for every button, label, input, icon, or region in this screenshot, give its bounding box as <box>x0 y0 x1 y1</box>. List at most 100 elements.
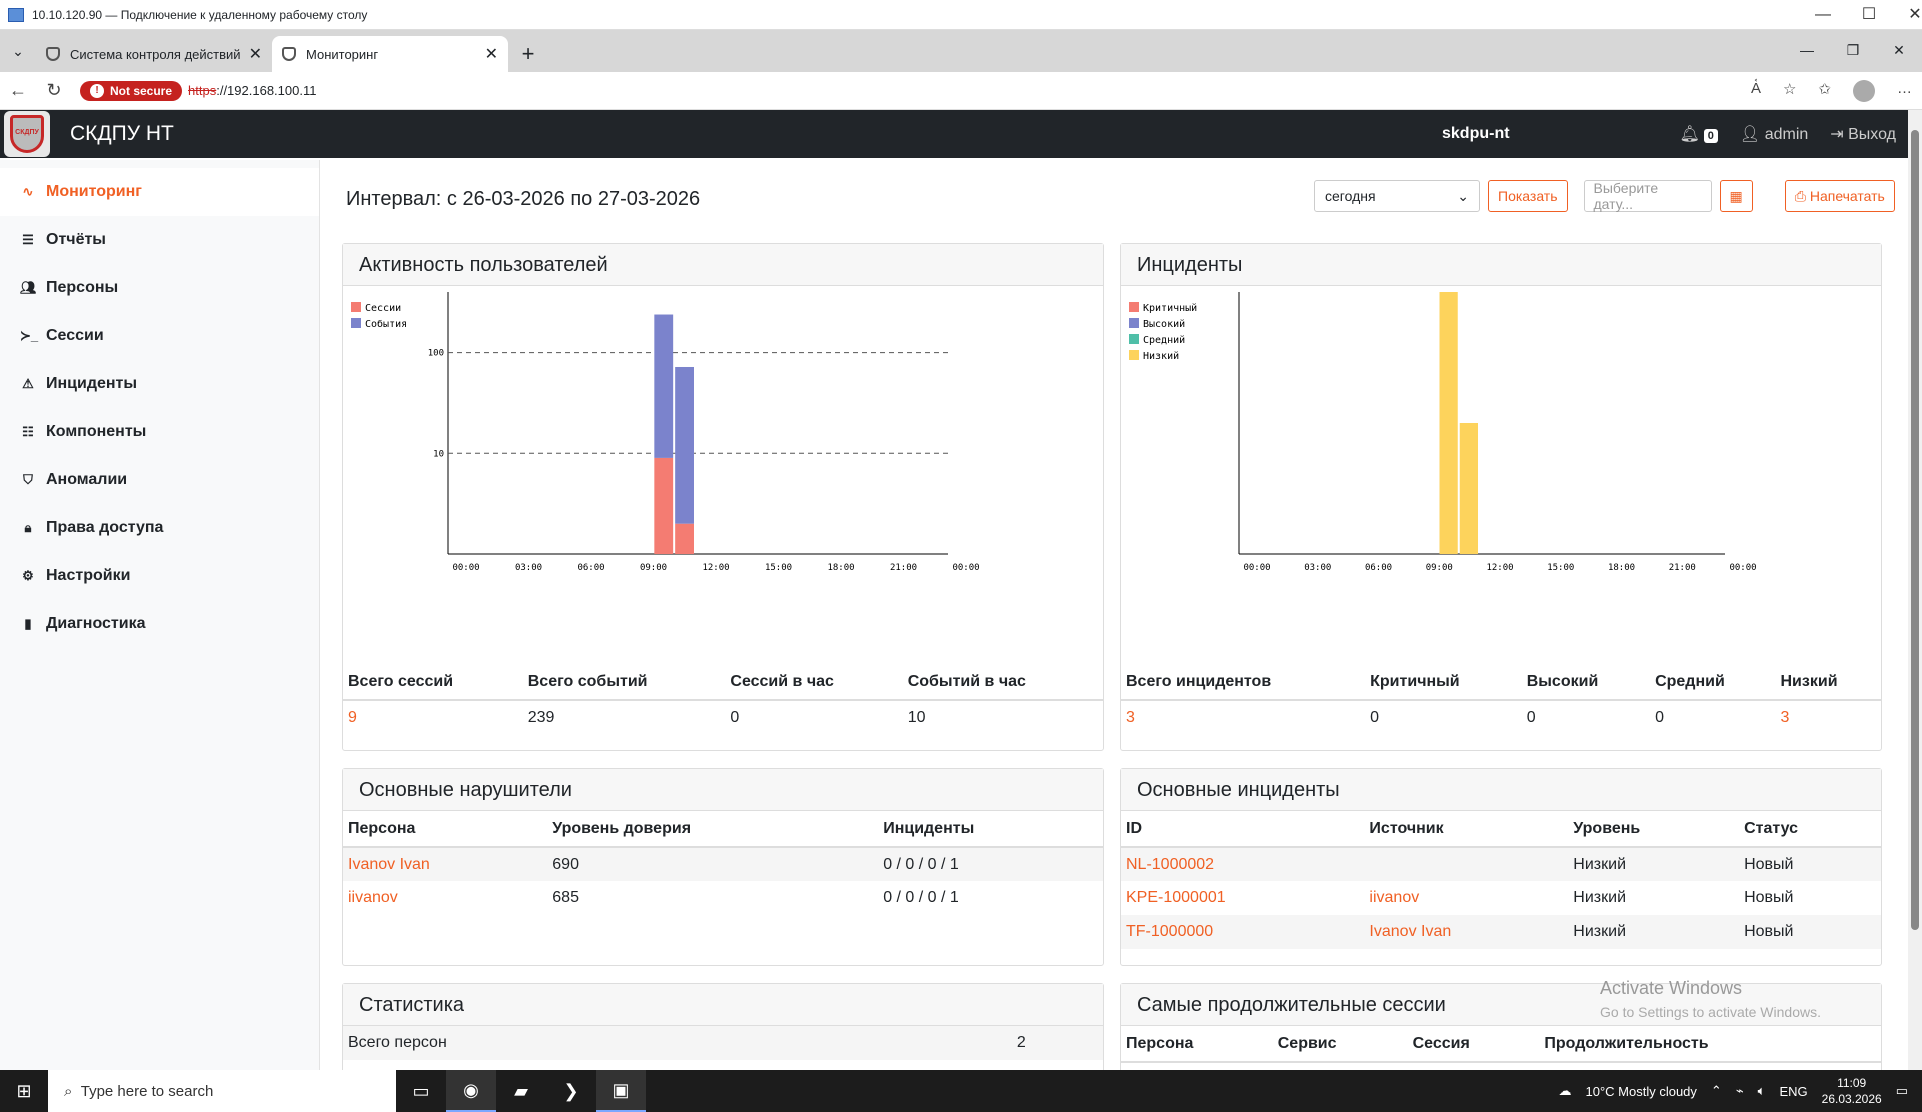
tab-skdpu[interactable]: Система контроля действий пост ✕ <box>36 36 272 72</box>
tab-close-icon[interactable]: ✕ <box>485 44 498 64</box>
bar-segment <box>1439 292 1458 554</box>
violators-card: Основные нарушители Персона Уровень довер… <box>342 768 1104 966</box>
table-cell: 0 / 0 / 0 / 1 <box>878 847 1103 881</box>
table-cell: 239 <box>527 708 555 726</box>
table-cell[interactable]: iivanov <box>343 881 547 915</box>
reload-icon[interactable]: ↻ <box>36 80 72 101</box>
sidebar-item-0[interactable]: ∿ Мониторинг <box>0 168 319 216</box>
clock[interactable]: 11:09 26.03.2026 <box>1822 1075 1882 1107</box>
lock-icon: 🔒︎ <box>24 520 32 535</box>
table-cell: 2 <box>1016 1026 1103 1060</box>
top-incidents-table: ID Источник Уровень Статус NL-1000002 Низкий Н… <box>1121 811 1881 949</box>
sidebar-item-9[interactable]: ▮ Диагностика <box>0 600 319 648</box>
user-menu[interactable]: 👤︎ admin <box>1740 124 1808 144</box>
table-row: KPE-1000001 iivanov Низкий Новый <box>1121 881 1881 915</box>
network-icon[interactable]: ⌁ <box>1736 1083 1744 1099</box>
table-cell[interactable]: NL-1000002 <box>1121 847 1365 881</box>
maximize-icon[interactable]: ☐ <box>1846 0 1892 30</box>
windows-start-icon[interactable]: ⊞ <box>0 1081 48 1102</box>
activate-windows-watermark: Activate Windows <box>1600 978 1743 998</box>
sidebar-item-label: Компоненты <box>46 423 147 440</box>
table-row: Ivanov Ivan 690 0 / 0 / 0 / 1 <box>343 847 1103 881</box>
logout-button[interactable]: ⇥ Выход <box>1830 124 1896 144</box>
incidents-title: Инциденты <box>1121 244 1881 286</box>
remote-desktop-icon[interactable]: ▣ <box>596 1070 646 1112</box>
table-cell: Низкий <box>1568 847 1740 881</box>
legend-label: Критичный <box>1143 302 1197 314</box>
sidebar-item-3[interactable]: ≻_ Сессии <box>0 312 319 360</box>
powershell-icon[interactable]: ❯ <box>546 1070 596 1112</box>
calendar-icon: ▦ <box>1729 187 1743 204</box>
volume-icon[interactable]: 🔈︎ <box>1758 1083 1766 1099</box>
table-row: Всего персон 2 <box>343 1026 1103 1060</box>
table-cell[interactable]: 3 <box>1121 700 1365 734</box>
app-navbar: СКДПУ СКДПУ НТ skdpu-nt 🔔︎ 0 👤︎ admin ⇥ В… <box>0 110 1908 158</box>
profile-avatar[interactable] <box>1853 79 1875 102</box>
table-cell[interactable]: 9 <box>343 700 523 734</box>
sidebar-item-2[interactable]: 👥︎ Персоны <box>0 264 319 312</box>
notification-center-icon[interactable]: ▭ <box>1896 1083 1908 1099</box>
plot-area <box>448 292 948 554</box>
table-cell: 690 <box>547 847 879 881</box>
table-cell: 0 <box>1655 708 1664 726</box>
list-icon: ☰ <box>22 232 34 247</box>
calendar-button[interactable]: ▦ <box>1719 180 1753 212</box>
app-logo[interactable]: СКДПУ <box>4 111 50 157</box>
browser-restore-icon[interactable]: ❐ <box>1830 30 1876 70</box>
tab-close-icon[interactable]: ✕ <box>249 44 262 64</box>
minimize-icon[interactable]: — <box>1800 0 1846 30</box>
page-scrollbar[interactable] <box>1908 110 1922 1070</box>
brand-name[interactable]: СКДПУ НТ <box>70 122 174 146</box>
sidebar-item-label: Отчёты <box>46 231 106 248</box>
x-tick-label: 12:00 <box>1486 563 1513 573</box>
sidebar-item-8[interactable]: ⚙︎ Настройки <box>0 552 319 600</box>
period-select[interactable]: сегодня ⌄ <box>1314 180 1480 212</box>
favorite-star-icon[interactable]: ☆ <box>1783 80 1796 102</box>
date-picker-input[interactable]: Выберите дату... <box>1583 180 1712 212</box>
sidebar-item-5[interactable]: ☷ Компоненты <box>0 408 319 456</box>
bar-segment <box>1459 423 1478 554</box>
new-tab-icon[interactable]: + <box>508 36 548 72</box>
sidebar-item-4[interactable]: ⚠︎ Инциденты <box>0 360 319 408</box>
favorites-icon[interactable]: ✩ <box>1818 80 1831 102</box>
table-row: TF-1000000 Ivanov Ivan Низкий Новый <box>1121 915 1881 949</box>
notifications-button[interactable]: 🔔︎ 0 <box>1679 124 1718 144</box>
more-menu-icon[interactable]: … <box>1897 80 1912 102</box>
table-cell[interactable] <box>1364 847 1569 881</box>
notification-count: 0 <box>1703 129 1718 143</box>
taskbar-search[interactable]: ⌕ Type here to search <box>48 1070 396 1112</box>
not-secure-badge[interactable]: ! Not secure <box>80 80 183 101</box>
tab-list-chevron-icon[interactable]: ⌄ <box>0 30 36 72</box>
incidents-chart: 00:00 03:00 06:00 09:00 12:00 15:00 18:00 21:00… <box>1129 292 1757 573</box>
read-aloud-icon[interactable]: A᷾ <box>1751 80 1761 102</box>
browser-minimize-icon[interactable]: — <box>1784 30 1830 70</box>
violators-table: Персона Уровень доверия Инциденты Ivanov Iv… <box>343 811 1103 915</box>
language-indicator[interactable]: ENG <box>1779 1084 1807 1099</box>
table-cell[interactable]: iivanov <box>1364 881 1568 915</box>
print-button[interactable]: ⎙ Напечатать <box>1784 180 1895 212</box>
sidebar-item-7[interactable]: 🔒︎ Права доступа <box>0 504 319 552</box>
sidebar-item-1[interactable]: ☰ Отчёты <box>0 216 319 264</box>
scrollbar-thumb[interactable] <box>1911 130 1919 930</box>
tab-title: Мониторинг <box>306 46 379 62</box>
back-icon[interactable]: ← <box>0 80 36 101</box>
tab-monitoring[interactable]: Мониторинг ✕ <box>272 36 508 72</box>
table-cell[interactable]: TF-1000000 <box>1121 915 1365 949</box>
close-icon[interactable]: ✕ <box>1892 0 1922 30</box>
table-cell[interactable]: 3 <box>1776 700 1882 734</box>
task-view-icon[interactable]: ▭ <box>396 1070 446 1112</box>
file-explorer-icon[interactable]: ▰ <box>496 1070 546 1112</box>
sidebar-item-6[interactable]: ⛉ Аномалии <box>0 456 319 504</box>
table-cell[interactable]: Ivanov Ivan <box>1364 915 1569 949</box>
activate-windows-hint: Go to Settings to activate Windows. <box>1600 1004 1821 1020</box>
browser-close-icon[interactable]: ✕ <box>1876 30 1922 70</box>
edge-browser-icon[interactable]: ◉ <box>446 1070 496 1112</box>
tray-chevron-icon[interactable]: ⌃ <box>1711 1083 1722 1099</box>
show-button[interactable]: Показать <box>1488 180 1568 212</box>
gear-icon: ⚙︎ <box>22 568 34 583</box>
weather-text[interactable]: 10°C Mostly cloudy <box>1586 1084 1697 1099</box>
bar-segment <box>675 366 694 524</box>
table-cell[interactable]: KPE-1000001 <box>1121 881 1364 915</box>
url-field[interactable]: https://192.168.100.11 <box>188 83 316 98</box>
table-cell[interactable]: Ivanov Ivan <box>343 847 548 881</box>
